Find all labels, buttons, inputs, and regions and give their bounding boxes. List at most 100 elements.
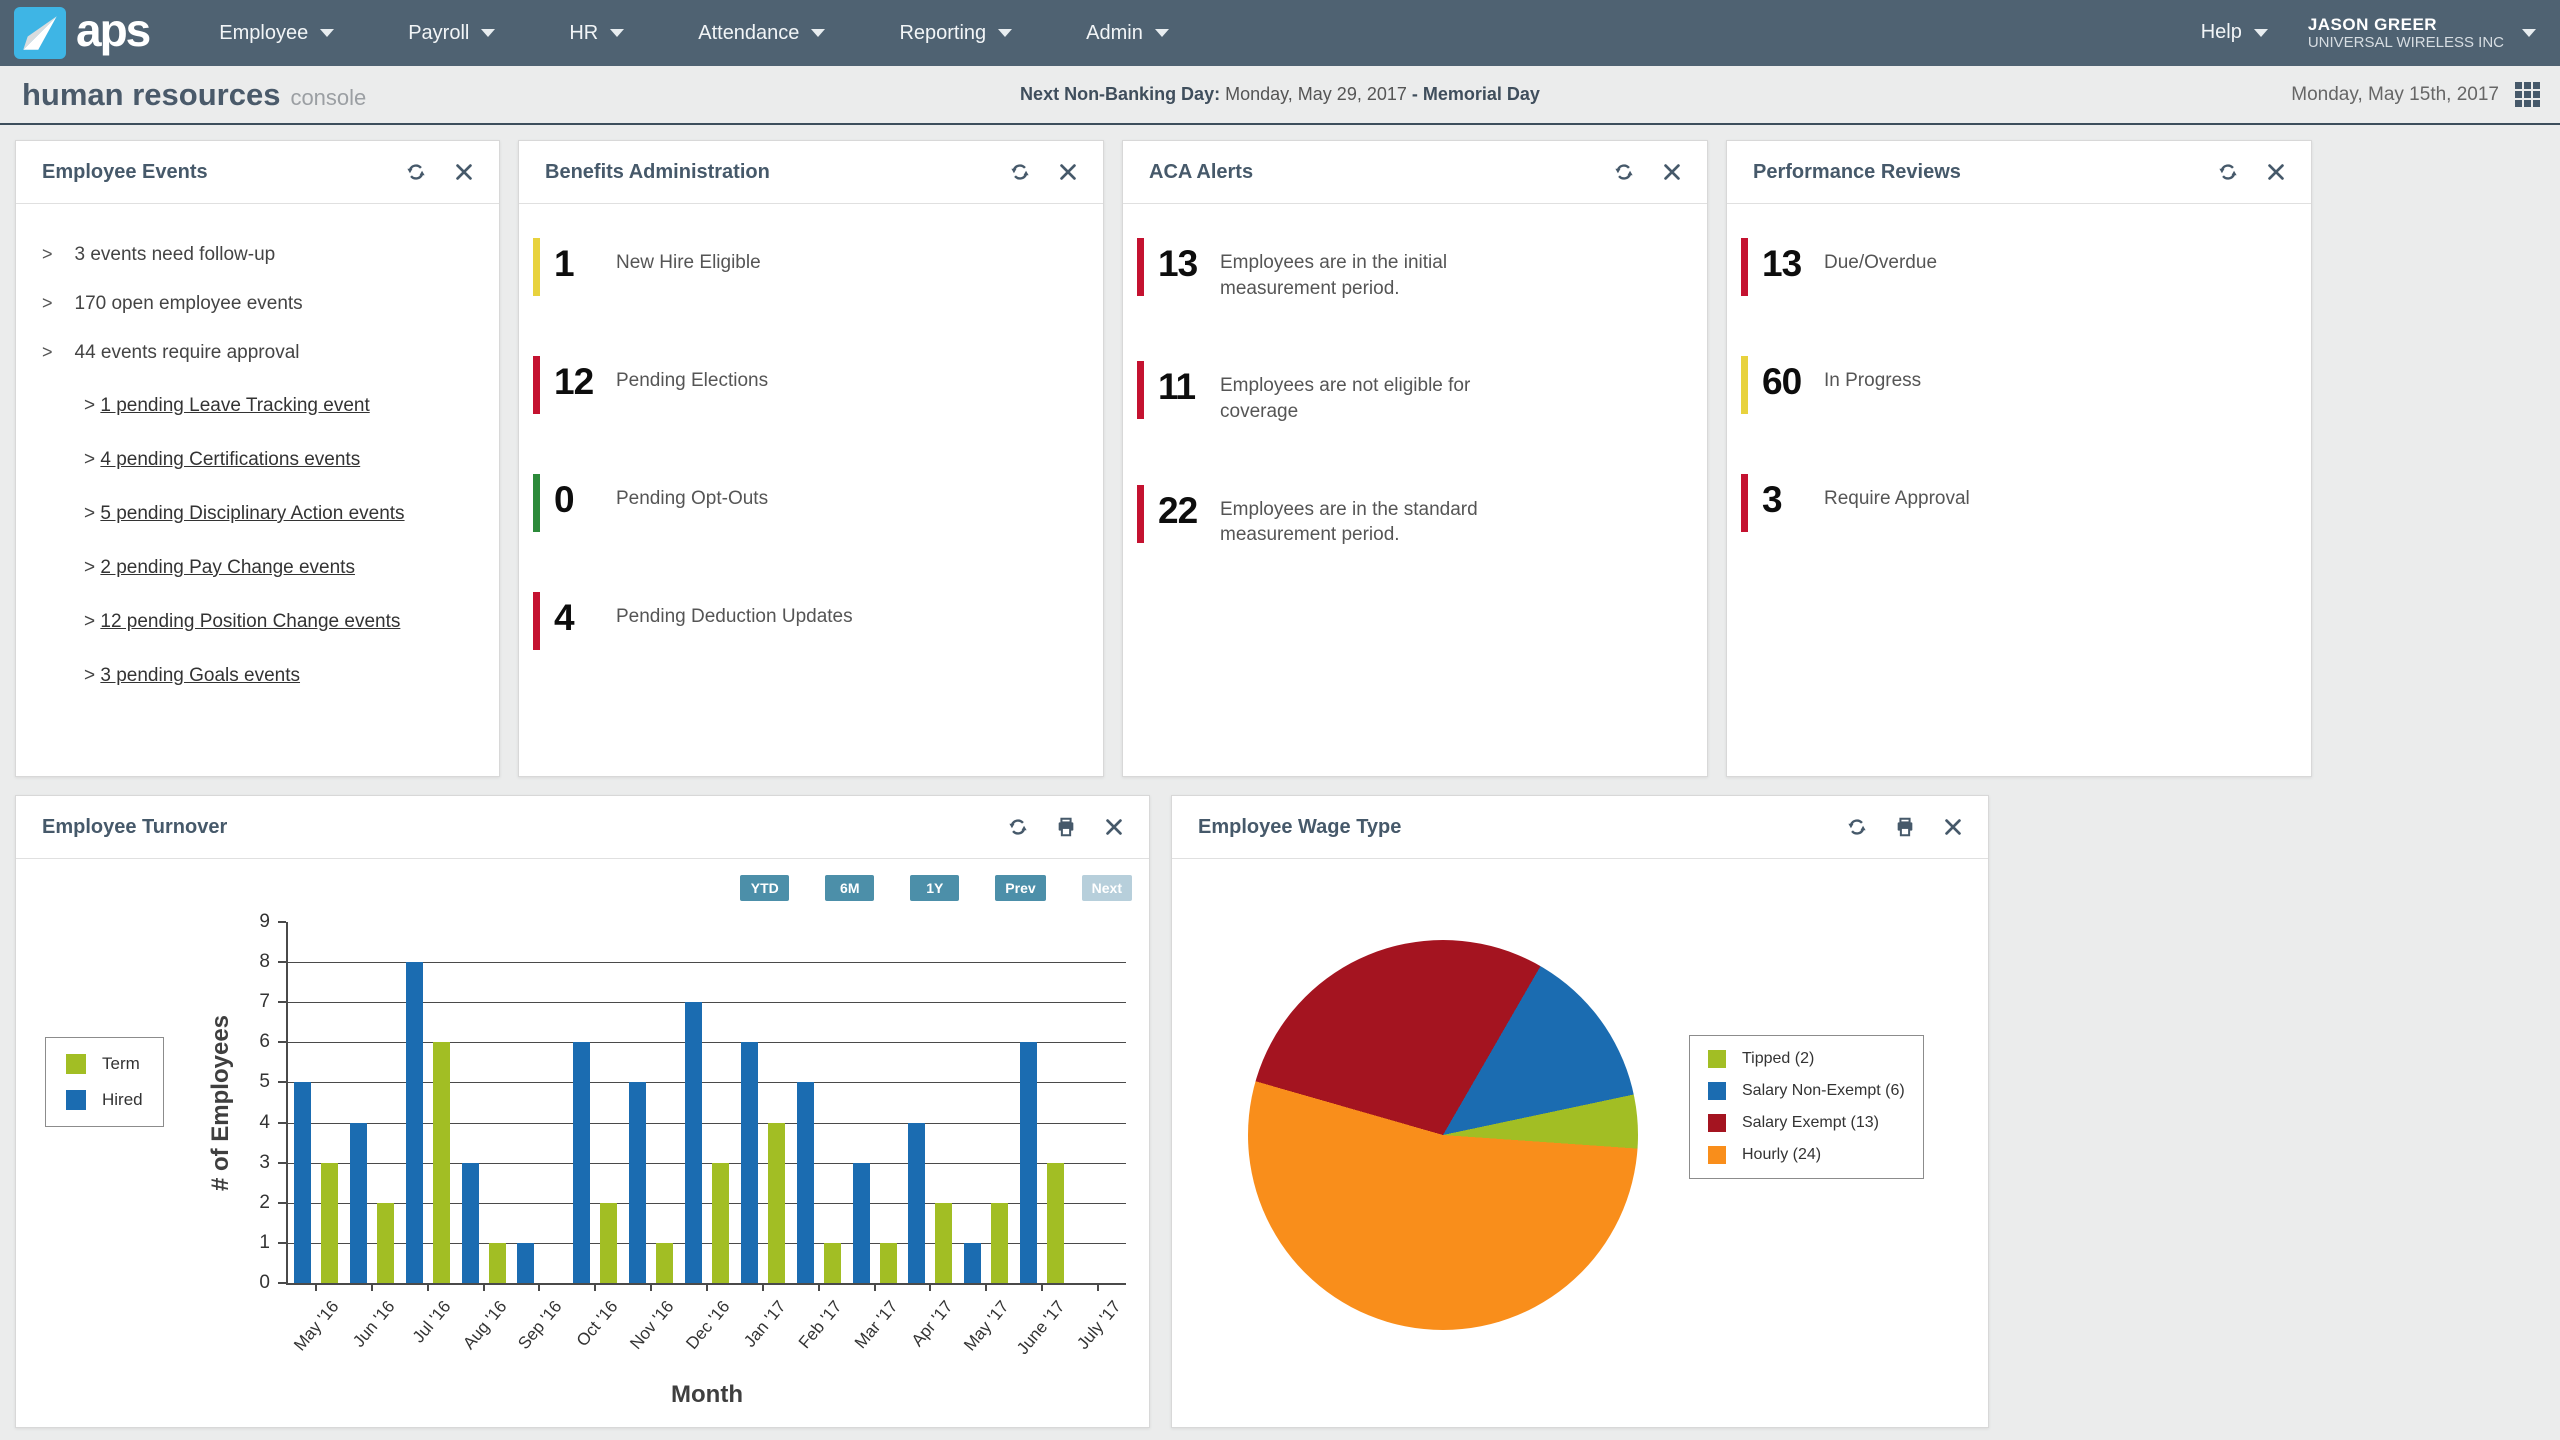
- refresh-icon[interactable]: [1009, 161, 1031, 183]
- legend-swatch: [1708, 1114, 1726, 1132]
- term-bar: [712, 1163, 729, 1283]
- status-bar: [533, 356, 540, 414]
- list-item[interactable]: 12 pending Position Change events: [84, 611, 499, 665]
- close-icon[interactable]: [1103, 816, 1125, 838]
- term-bar: [321, 1163, 338, 1283]
- x-tick: [874, 1283, 876, 1291]
- refresh-icon[interactable]: [405, 161, 427, 183]
- stat-row: 13 Employees are in the initial measurem…: [1123, 238, 1707, 301]
- stat-count: 3: [1762, 474, 1824, 526]
- stat-row: 11 Employees are not eligible for covera…: [1123, 361, 1707, 424]
- card-title: Benefits Administration: [545, 161, 770, 184]
- menu-employee[interactable]: Employee: [219, 22, 334, 45]
- list-item[interactable]: 3 events need follow-up: [42, 244, 499, 293]
- event-summary-list: 3 events need follow-up 170 open employe…: [16, 204, 499, 391]
- menu-help[interactable]: Help: [2201, 21, 2268, 44]
- card-title: Employee Turnover: [42, 816, 227, 839]
- close-icon[interactable]: [1661, 161, 1683, 183]
- list-item[interactable]: 44 events require approval: [42, 342, 499, 391]
- wage-type-pie-chart: Tipped (2) Salary Non-Exempt (6) Salary Ex…: [1172, 859, 1988, 1427]
- hired-bar: [741, 1042, 758, 1283]
- menu-hr[interactable]: HR: [569, 22, 624, 45]
- employee-wage-type-card: Employee Wage Type Tipped (2)Salary Non-…: [1171, 795, 1989, 1428]
- y-axis-title: # of Employees: [207, 1014, 235, 1190]
- chevron-down-icon: [811, 29, 825, 37]
- aps-logo[interactable]: aps: [14, 7, 149, 59]
- close-icon[interactable]: [453, 161, 475, 183]
- y-tick: [278, 1041, 286, 1043]
- x-tick: [1041, 1283, 1043, 1291]
- y-tick: [278, 1242, 286, 1244]
- chevron-down-icon: [610, 29, 624, 37]
- legend-label: Salary Exempt (13): [1742, 1114, 1879, 1132]
- hired-bar: [908, 1123, 925, 1283]
- chevron-down-icon: [2254, 29, 2268, 37]
- status-bar: [1137, 238, 1144, 296]
- page-title: human resourcesconsole: [22, 77, 366, 113]
- refresh-icon[interactable]: [1007, 816, 1029, 838]
- term-bar: [656, 1243, 673, 1283]
- status-bar: [533, 592, 540, 650]
- list-item[interactable]: 5 pending Disciplinary Action events: [84, 503, 499, 557]
- hired-bar: [685, 1002, 702, 1283]
- stat-count: 4: [554, 592, 616, 644]
- close-icon[interactable]: [1942, 816, 1964, 838]
- y-tick-label: 2: [226, 1192, 270, 1214]
- menu-admin[interactable]: Admin: [1086, 22, 1169, 45]
- print-icon[interactable]: [1894, 816, 1916, 838]
- legend-label: Salary Non-Exempt (6): [1742, 1082, 1905, 1100]
- page-subtitle: console: [290, 85, 366, 110]
- x-tick: [706, 1283, 708, 1291]
- refresh-icon[interactable]: [1613, 161, 1635, 183]
- y-tick: [278, 1081, 286, 1083]
- card-title: Employee Events: [42, 161, 208, 184]
- list-item[interactable]: 170 open employee events: [42, 293, 499, 342]
- legend-swatch: [1708, 1146, 1726, 1164]
- term-bar: [935, 1203, 952, 1283]
- y-tick-label: 1: [226, 1232, 270, 1254]
- legend-item: Tipped (2): [1708, 1050, 1905, 1068]
- x-tick: [483, 1283, 485, 1291]
- pending-events-list: 1 pending Leave Tracking event 4 pending…: [16, 391, 499, 719]
- stat-count: 13: [1762, 238, 1824, 290]
- term-bar: [489, 1243, 506, 1283]
- term-bar: [768, 1123, 785, 1283]
- stat-label: Employees are in the standard measuremen…: [1220, 497, 1520, 548]
- stat-row: 60 In Progress: [1727, 356, 2311, 414]
- print-icon[interactable]: [1055, 816, 1077, 838]
- main-menu: Employee Payroll HR Attendance Reporting…: [219, 22, 1169, 45]
- list-item[interactable]: 2 pending Pay Change events: [84, 557, 499, 611]
- list-item[interactable]: 4 pending Certifications events: [84, 449, 499, 503]
- close-icon[interactable]: [2265, 161, 2287, 183]
- menu-reporting[interactable]: Reporting: [899, 22, 1012, 45]
- top-nav: aps Employee Payroll HR Attendance Repor…: [0, 0, 2560, 66]
- hired-bar: [294, 1082, 311, 1283]
- menu-attendance[interactable]: Attendance: [698, 22, 825, 45]
- legend-item: Hourly (24): [1708, 1146, 1905, 1164]
- legend-item: Salary Non-Exempt (6): [1708, 1082, 1905, 1100]
- menu-payroll[interactable]: Payroll: [408, 22, 495, 45]
- legend-item: Term: [66, 1054, 143, 1074]
- refresh-icon[interactable]: [2217, 161, 2239, 183]
- hired-bar: [797, 1082, 814, 1283]
- y-tick-label: 7: [226, 991, 270, 1013]
- legend-label: Term: [102, 1054, 140, 1074]
- stat-label: Pending Elections: [616, 368, 768, 394]
- close-icon[interactable]: [1057, 161, 1079, 183]
- chevron-down-icon: [320, 29, 334, 37]
- y-tick: [278, 1282, 286, 1284]
- term-bar: [1047, 1163, 1064, 1283]
- user-menu[interactable]: JASON GREER UNIVERSAL WIRELESS INC: [2308, 15, 2536, 52]
- legend-label: Tipped (2): [1742, 1050, 1814, 1068]
- status-bar: [1741, 238, 1748, 296]
- x-tick: [650, 1283, 652, 1291]
- hired-bar: [853, 1163, 870, 1283]
- list-item[interactable]: 1 pending Leave Tracking event: [84, 395, 499, 449]
- apps-grid-icon[interactable]: [2515, 82, 2540, 107]
- stat-row: 0 Pending Opt-Outs: [519, 474, 1103, 532]
- employee-turnover-card: Employee Turnover YTD 6M 1Y: [15, 795, 1150, 1428]
- refresh-icon[interactable]: [1846, 816, 1868, 838]
- list-item[interactable]: 3 pending Goals events: [84, 665, 499, 719]
- term-bar: [824, 1243, 841, 1283]
- status-bar: [1741, 474, 1748, 532]
